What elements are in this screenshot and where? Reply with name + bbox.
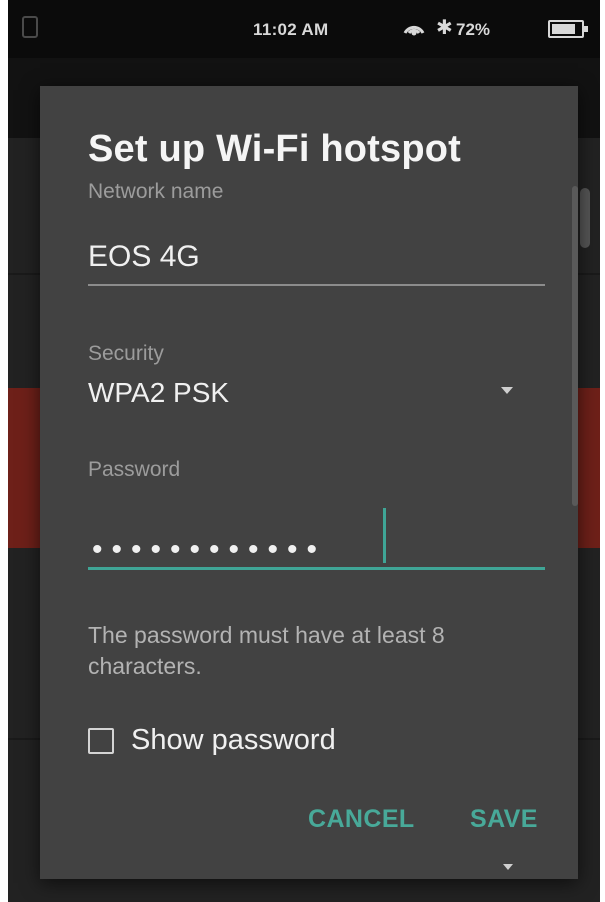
- hotspot-dialog: Set up Wi-Fi hotspot Network name EOS 4G…: [40, 86, 578, 879]
- show-password-label[interactable]: Show password: [131, 724, 336, 757]
- status-time: 11:02 AM: [253, 20, 329, 39]
- network-name-field[interactable]: EOS 4G: [88, 240, 200, 274]
- chevron-down-icon[interactable]: [501, 387, 513, 394]
- battery-icon: [548, 20, 588, 38]
- save-button[interactable]: SAVE: [470, 805, 538, 834]
- password-hint: The password must have at least 8 charac…: [88, 622, 445, 679]
- show-password-checkbox[interactable]: [88, 728, 114, 754]
- password-label: Password: [88, 458, 181, 481]
- dialog-scrollbar[interactable]: [572, 186, 578, 506]
- dialog-title: Set up Wi-Fi hotspot: [88, 128, 462, 170]
- status-bar: 11:02 AM ✱ 72%: [8, 0, 600, 58]
- battery-percentage: 72%: [456, 20, 491, 39]
- network-name-underline: [88, 284, 545, 286]
- bluetooth-icon: ✱: [436, 17, 453, 39]
- text-cursor: [383, 508, 386, 563]
- sim-icon: [22, 16, 38, 38]
- security-label: Security: [88, 342, 164, 365]
- scroll-more-icon: [503, 864, 513, 870]
- hotspot-icon: [403, 25, 425, 36]
- security-select[interactable]: WPA2 PSK: [88, 377, 229, 409]
- cancel-button[interactable]: CANCEL: [308, 805, 415, 834]
- password-underline: [88, 567, 545, 570]
- background-scrollbar: [580, 188, 590, 248]
- device-screen: 11:02 AM ✱ 72% Set up Wi-Fi hotspot Netw…: [8, 0, 600, 902]
- network-name-label: Network name: [88, 180, 224, 203]
- password-field[interactable]: ••••••••••••: [92, 533, 326, 567]
